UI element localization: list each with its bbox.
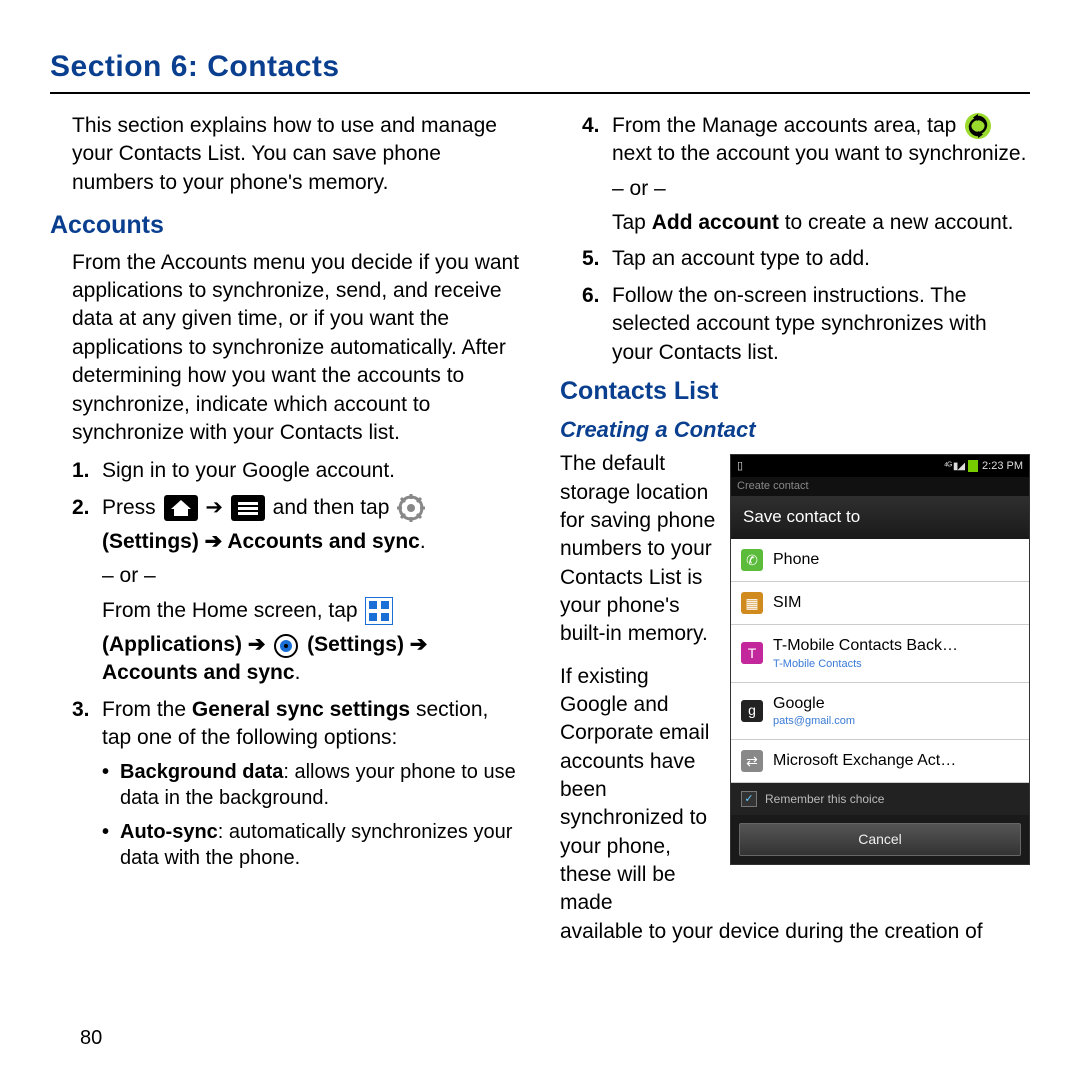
step-6-text: Follow the on-screen instructions. The s… [612,282,1030,367]
gear-icon [397,494,425,522]
bullet-background-data: Background data: allows your phone to us… [102,759,520,811]
step-4-or: – or – [612,175,1030,203]
option-label: Phone [773,549,819,571]
save-option[interactable]: ⇄ Microsoft Exchange Act… [731,740,1029,783]
home-icon [164,495,198,521]
phone-breadcrumb: Create contact [731,477,1029,496]
step-4-text-c: Tap [612,211,652,234]
remember-choice-row[interactable]: ✓ Remember this choice [731,783,1029,815]
step-3-text-a: From the [102,698,192,721]
step-1-text: Sign in to your Google account. [102,457,520,485]
option-icon: g [741,700,763,722]
step-5: 5. Tap an account type to add. [582,245,1030,273]
option-icon: T [741,642,763,664]
statusbar-left-icon: ▯ [737,459,743,474]
option-icon: ⇄ [741,750,763,772]
option-sublabel: T-Mobile Contacts [773,657,958,672]
option-label: SIM [773,592,801,614]
step-3-bold-b: General sync settings [192,698,410,721]
step-5-text: Tap an account type to add. [612,245,1030,273]
step-2-text-h: . [295,661,301,684]
step-4-text-b: next to the account you want to synchron… [612,142,1026,165]
step-4: 4. From the Manage accounts area, tap ne… [582,112,1030,237]
remember-checkbox-icon[interactable]: ✓ [741,791,757,807]
left-column: This section explains how to use and man… [50,112,520,946]
arrow-1: ➔ [205,496,228,519]
step-2-bold-f: (Applications) ➔ [102,633,271,656]
dialog-title: Save contact to [731,496,1029,539]
step-2-bold-c: (Settings) ➔ Accounts and sync [102,530,420,553]
option-label: T-Mobile Contacts Back…T-Mobile Contacts [773,635,958,671]
step-2-or: – or – [102,562,520,590]
option-icon: ▦ [741,592,763,614]
apps-grid-icon [365,597,393,625]
option-icon: ✆ [741,549,763,571]
heading-accounts: Accounts [50,209,520,243]
cancel-button[interactable]: Cancel [739,823,1021,856]
settings-target-icon [273,633,299,659]
step-3: 3. From the General sync settings sectio… [72,696,520,879]
step-2-text-e: From the Home screen, tap [102,599,363,622]
phone-screenshot: ▯ ⁴ᴳ ▮◢ 2:23 PM Create contact Save cont… [730,454,1030,865]
step-4-text-a: From the Manage accounts area, tap [612,114,962,137]
heading-contacts-list: Contacts List [560,375,1030,409]
sync-icon [964,112,992,140]
option-label: Microsoft Exchange Act… [773,750,956,772]
step-4-bold-d: Add account [652,211,779,234]
option-label: Googlepats@gmail.com [773,693,855,729]
step-2: 2. Press ➔ and then tap (Set [72,494,520,688]
right-column: 4. From the Manage accounts area, tap ne… [560,112,1030,946]
step-2-text-b: and then tap [273,496,396,519]
intro-text: This section explains how to use and man… [72,112,520,197]
step-2-text-d: . [420,530,426,553]
remember-label: Remember this choice [765,791,884,807]
phone-statusbar: ▯ ⁴ᴳ ▮◢ 2:23 PM [731,455,1029,477]
save-option[interactable]: ▦ SIM [731,582,1029,625]
section-title: Section 6: Contacts [50,50,1030,94]
battery-icon [968,460,978,472]
step-4-text-e: to create a new account. [779,211,1014,234]
accounts-paragraph: From the Accounts menu you decide if you… [72,249,520,447]
step-2-text-a: Press [102,496,162,519]
menu-icon [231,495,265,521]
creating-para-3: available to your device during the crea… [560,918,1030,946]
save-option[interactable]: T T-Mobile Contacts Back…T-Mobile Contact… [731,625,1029,682]
heading-creating-contact: Creating a Contact [560,415,1030,445]
signal-icon: ⁴ᴳ ▮◢ [944,460,964,474]
step-6: 6. Follow the on-screen instructions. Th… [582,282,1030,367]
save-contact-options: ✆ Phone ▦ SIM T T-Mobile Contacts Back…T-Mobi… [731,539,1029,783]
statusbar-time: 2:23 PM [982,459,1023,474]
save-option[interactable]: g Googlepats@gmail.com [731,683,1029,740]
bullet-auto-sync: Auto-sync: automatically synchronizes yo… [102,819,520,871]
page-number: 80 [80,1027,102,1050]
save-option[interactable]: ✆ Phone [731,539,1029,582]
step-1: 1. Sign in to your Google account. [72,457,520,485]
option-sublabel: pats@gmail.com [773,714,855,729]
